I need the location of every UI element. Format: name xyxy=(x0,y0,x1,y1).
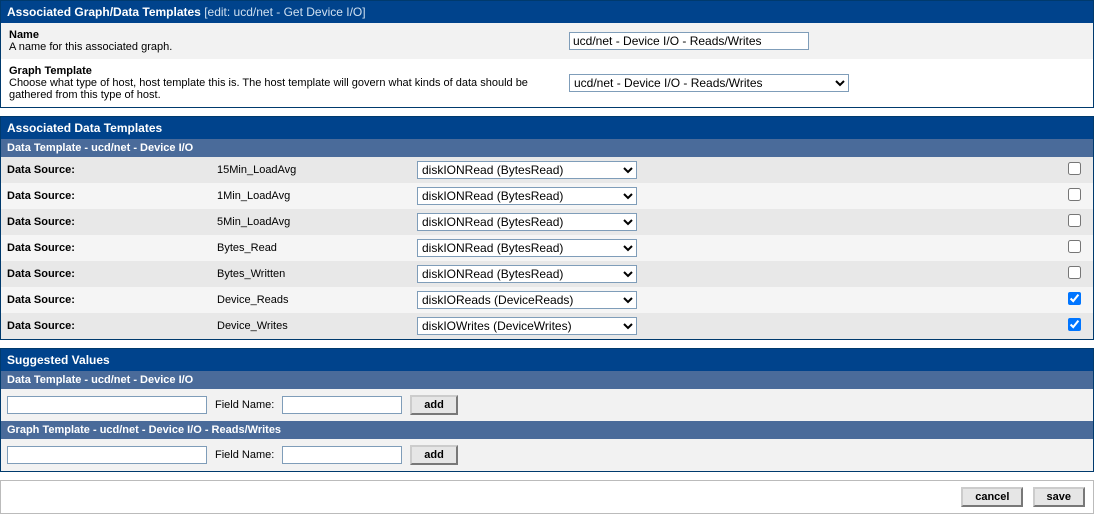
name-input[interactable] xyxy=(569,32,809,50)
data-source-row: Data Source:Device_ReadsdiskIOReads (Dev… xyxy=(1,287,1093,313)
form-row-graph-template: Graph Template Choose what type of host,… xyxy=(1,59,1093,107)
cancel-button[interactable]: cancel xyxy=(961,487,1023,507)
data-source-label: Data Source: xyxy=(7,294,217,306)
field-name-input-1[interactable] xyxy=(282,396,402,414)
data-source-mapping-select[interactable]: diskIONRead (BytesRead) xyxy=(417,239,637,257)
graph-template-label: Graph Template xyxy=(9,65,569,77)
suggested-sub-graph-template: Graph Template - ucd/net - Device I/O - … xyxy=(1,421,1093,439)
data-source-name: 15Min_LoadAvg xyxy=(217,164,417,176)
field-name-label-2: Field Name: xyxy=(215,449,274,461)
suggested-row-data-template: Field Name: add xyxy=(1,389,1093,421)
action-button-bar: cancel save xyxy=(0,480,1094,514)
data-source-mapping-select[interactable]: diskIOWrites (DeviceWrites) xyxy=(417,317,637,335)
name-help: A name for this associated graph. xyxy=(9,41,569,53)
data-source-row: Data Source:5Min_LoadAvgdiskIONRead (Byt… xyxy=(1,209,1093,235)
name-label: Name xyxy=(9,29,569,41)
assoc-subheader: Data Template - ucd/net - Device I/O xyxy=(1,139,1093,157)
suggested-values-panel: Suggested Values Data Template - ucd/net… xyxy=(0,348,1094,472)
data-source-mapping-select[interactable]: diskIONRead (BytesRead) xyxy=(417,187,637,205)
panel-title: Associated Graph/Data Templates xyxy=(7,5,201,19)
data-source-mapping-select[interactable]: diskIONRead (BytesRead) xyxy=(417,213,637,231)
data-source-name: 1Min_LoadAvg xyxy=(217,190,417,202)
suggested-sub-data-template: Data Template - ucd/net - Device I/O xyxy=(1,371,1093,389)
assoc-header: Associated Data Templates xyxy=(1,117,1093,139)
data-source-label: Data Source: xyxy=(7,216,217,228)
data-source-name: Device_Writes xyxy=(217,320,417,332)
data-source-name: 5Min_LoadAvg xyxy=(217,216,417,228)
suggested-row-graph-template: Field Name: add xyxy=(1,439,1093,471)
data-source-name: Bytes_Read xyxy=(217,242,417,254)
form-row-name: Name A name for this associated graph. xyxy=(1,23,1093,59)
suggested-value-input-2[interactable] xyxy=(7,446,207,464)
panel-edit-context: [edit: ucd/net - Get Device I/O] xyxy=(204,5,365,19)
data-source-include-checkbox[interactable] xyxy=(1068,188,1081,201)
data-source-row: Data Source:Device_WritesdiskIOWrites (D… xyxy=(1,313,1093,339)
data-source-label: Data Source: xyxy=(7,190,217,202)
data-source-include-checkbox[interactable] xyxy=(1068,240,1081,253)
field-name-input-2[interactable] xyxy=(282,446,402,464)
save-button[interactable]: save xyxy=(1033,487,1085,507)
data-source-row: Data Source:1Min_LoadAvgdiskIONRead (Byt… xyxy=(1,183,1093,209)
data-source-mapping-select[interactable]: diskIONRead (BytesRead) xyxy=(417,161,637,179)
add-button-1[interactable]: add xyxy=(410,395,458,415)
field-name-label-1: Field Name: xyxy=(215,399,274,411)
data-source-mapping-select[interactable]: diskIONRead (BytesRead) xyxy=(417,265,637,283)
associated-data-templates-panel: Associated Data Templates Data Template … xyxy=(0,116,1094,340)
data-source-name: Bytes_Written xyxy=(217,268,417,280)
data-source-label: Data Source: xyxy=(7,320,217,332)
suggested-value-input-1[interactable] xyxy=(7,396,207,414)
graph-data-templates-panel: Associated Graph/Data Templates [edit: u… xyxy=(0,0,1094,108)
graph-template-select[interactable]: ucd/net - Device I/O - Reads/Writes xyxy=(569,74,849,92)
data-source-name: Device_Reads xyxy=(217,294,417,306)
data-source-include-checkbox[interactable] xyxy=(1068,292,1081,305)
data-source-row: Data Source:Bytes_ReaddiskIONRead (Bytes… xyxy=(1,235,1093,261)
data-source-include-checkbox[interactable] xyxy=(1068,214,1081,227)
data-source-label: Data Source: xyxy=(7,164,217,176)
data-source-label: Data Source: xyxy=(7,242,217,254)
data-source-label: Data Source: xyxy=(7,268,217,280)
data-source-mapping-select[interactable]: diskIOReads (DeviceReads) xyxy=(417,291,637,309)
panel-header: Associated Graph/Data Templates [edit: u… xyxy=(1,1,1093,23)
data-source-include-checkbox[interactable] xyxy=(1068,162,1081,175)
suggested-header: Suggested Values xyxy=(1,349,1093,371)
add-button-2[interactable]: add xyxy=(410,445,458,465)
data-source-row: Data Source:15Min_LoadAvgdiskIONRead (By… xyxy=(1,157,1093,183)
data-source-row: Data Source:Bytes_WrittendiskIONRead (By… xyxy=(1,261,1093,287)
data-source-include-checkbox[interactable] xyxy=(1068,318,1081,331)
graph-template-help: Choose what type of host, host template … xyxy=(9,77,569,101)
data-source-include-checkbox[interactable] xyxy=(1068,266,1081,279)
